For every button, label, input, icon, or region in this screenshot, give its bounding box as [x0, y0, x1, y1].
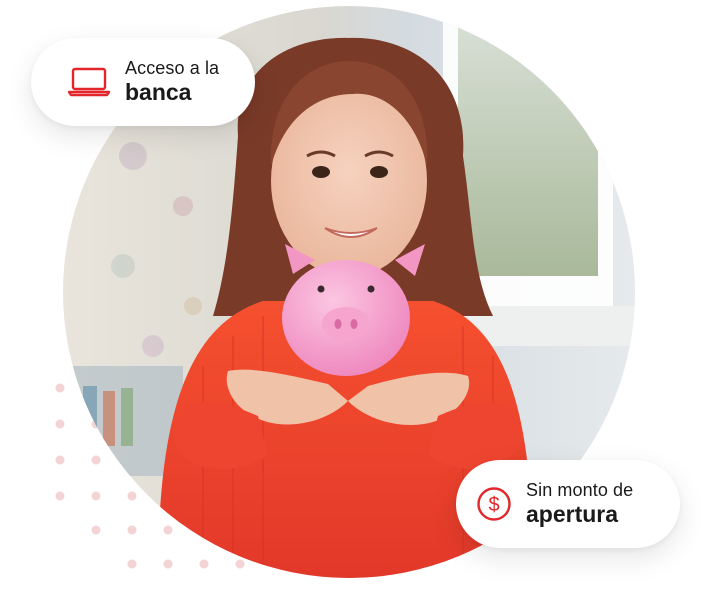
access-badge: Acceso a la banca [31, 38, 255, 126]
promo-scene: Acceso a la banca $ Sin monto de apertur… [0, 0, 712, 615]
opening-badge-text: Sin monto de apertura [526, 481, 633, 526]
access-badge-line1: Acceso a la [125, 58, 220, 79]
access-badge-text: Acceso a la banca [125, 59, 219, 104]
opening-badge: $ Sin monto de apertura [456, 460, 680, 548]
dollar-coin-icon: $ [476, 486, 512, 522]
opening-badge-line2: apertura [526, 501, 619, 528]
svg-text:$: $ [488, 494, 499, 516]
laptop-icon [67, 67, 111, 97]
opening-badge-line1: Sin monto de [526, 480, 634, 501]
access-badge-line2: banca [125, 79, 192, 106]
